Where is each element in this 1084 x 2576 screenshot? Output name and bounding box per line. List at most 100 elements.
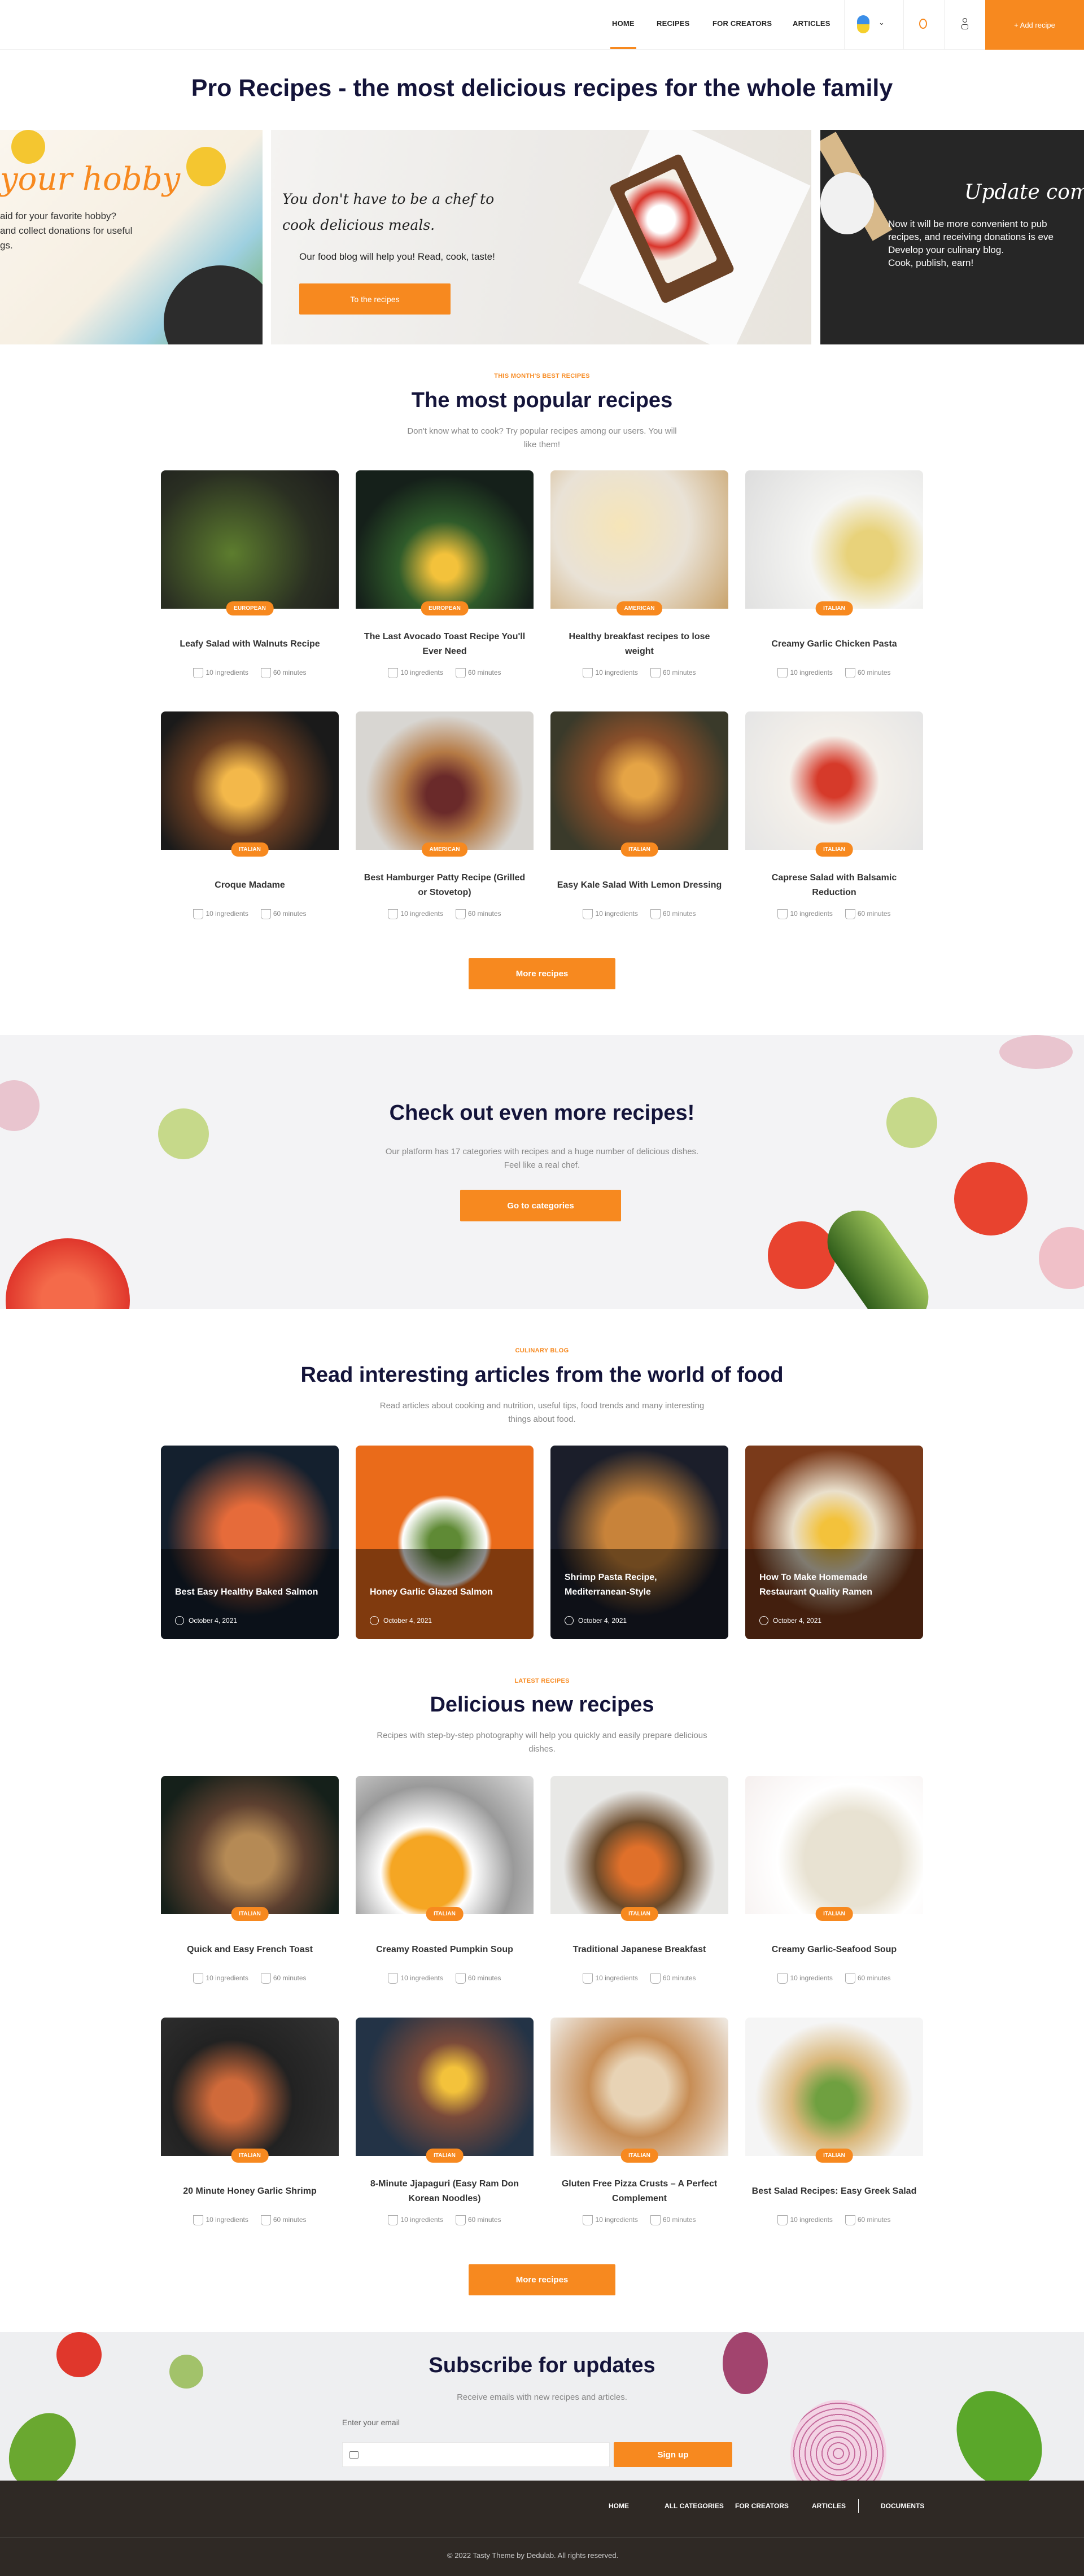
hero-slide-recipes[interactable]: You don't have to be a chef to cook deli… — [271, 130, 811, 344]
more-recipes-button[interactable]: More recipes — [469, 958, 615, 989]
recipe-image[interactable] — [550, 470, 728, 609]
to-the-recipes-button[interactable]: To the recipes — [299, 283, 451, 315]
recipe-card[interactable]: EUROPEAN Leafy Salad with Walnuts Recipe 1… — [161, 470, 339, 678]
recipe-title[interactable]: 20 Minute Honey Garlic Shrimp — [167, 2176, 333, 2207]
recipe-title[interactable]: Healthy breakfast recipes to lose weight — [556, 628, 723, 660]
cuisine-badge[interactable]: ITALIAN — [815, 1907, 853, 1921]
cuisine-badge[interactable]: AMERICAN — [421, 842, 468, 857]
go-to-categories-button[interactable]: Go to categories — [460, 1190, 621, 1221]
recipe-title[interactable]: Gluten Free Pizza Crusts – A Perfect Com… — [556, 2176, 723, 2207]
recipe-image[interactable] — [550, 1776, 728, 1914]
cuisine-badge[interactable]: ITALIAN — [815, 601, 853, 615]
article-card[interactable]: Shrimp Pasta Recipe, Mediterranean-Style… — [550, 1446, 728, 1639]
cuisine-badge[interactable]: ITALIAN — [815, 842, 853, 857]
recipe-image[interactable] — [356, 711, 534, 850]
cuisine-badge[interactable]: ITALIAN — [426, 1907, 464, 1921]
sign-up-button[interactable]: Sign up — [614, 2442, 732, 2467]
recipe-image[interactable] — [550, 711, 728, 850]
recipe-card[interactable]: AMERICAN Healthy breakfast recipes to los… — [550, 470, 728, 678]
footer-nav-home[interactable]: HOME — [609, 2502, 629, 2510]
recipe-title[interactable]: Croque Madame — [167, 870, 333, 901]
recipe-title[interactable]: Quick and Easy French Toast — [167, 1934, 333, 1966]
cuisine-badge[interactable]: ITALIAN — [231, 842, 269, 857]
cuisine-badge[interactable]: ITALIAN — [620, 2149, 658, 2163]
hero-slide-update[interactable]: Update coming Now it will be more conven… — [820, 130, 1084, 344]
recipe-card[interactable]: ITALIAN 8-Minute Jjapaguri (Easy Ram Don … — [356, 2018, 534, 2225]
recipe-title[interactable]: Easy Kale Salad With Lemon Dressing — [556, 870, 723, 901]
add-recipe-button[interactable]: + Add recipe — [985, 0, 1084, 50]
recipe-title[interactable]: Creamy Garlic Chicken Pasta — [751, 628, 917, 660]
recipe-card[interactable]: ITALIAN Best Salad Recipes: Easy Greek Sa… — [745, 2018, 923, 2225]
recipe-card[interactable]: ITALIAN Creamy Roasted Pumpkin Soup 10 ing… — [356, 1776, 534, 1984]
footer-nav-documents[interactable]: DOCUMENTS — [881, 2502, 924, 2510]
recipe-title[interactable]: Best Salad Recipes: Easy Greek Salad — [751, 2176, 917, 2207]
recipe-title[interactable]: Creamy Garlic-Seafood Soup — [751, 1934, 917, 1966]
cook-time: 60 minutes — [260, 2215, 307, 2225]
user-icon[interactable] — [961, 18, 968, 30]
recipe-title[interactable]: Leafy Salad with Walnuts Recipe — [167, 628, 333, 660]
recipe-image[interactable] — [161, 2018, 339, 2156]
email-input[interactable] — [364, 2443, 609, 2466]
footer-nav-for-creators[interactable]: FOR CREATORS — [735, 2502, 789, 2510]
cuisine-badge[interactable]: EUROPEAN — [226, 601, 274, 615]
recipe-card[interactable]: ITALIAN Caprese Salad with Balsamic Reduc… — [745, 711, 923, 919]
email-field[interactable] — [342, 2442, 610, 2467]
recipe-card[interactable]: ITALIAN Croque Madame 10 ingredients 60 min… — [161, 711, 339, 919]
nav-home[interactable]: HOME — [610, 19, 636, 49]
article-title[interactable]: Shrimp Pasta Recipe, Mediterranean-Style — [565, 1570, 717, 1600]
recipe-card[interactable]: EUROPEAN The Last Avocado Toast Recipe Yo… — [356, 470, 534, 678]
recipe-image[interactable] — [745, 1776, 923, 1914]
recipe-card[interactable]: ITALIAN Gluten Free Pizza Crusts – A Perf… — [550, 2018, 728, 2225]
section-title: Delicious new recipes — [430, 1693, 654, 1717]
recipe-title[interactable]: The Last Avocado Toast Recipe You'll Eve… — [361, 628, 528, 660]
cooking-pot-icon — [650, 1974, 661, 1984]
recipe-card[interactable]: ITALIAN Easy Kale Salad With Lemon Dressi… — [550, 711, 728, 919]
recipe-card[interactable]: ITALIAN 20 Minute Honey Garlic Shrimp 10 i… — [161, 2018, 339, 2225]
recipe-image[interactable] — [356, 470, 534, 609]
recipe-image[interactable] — [161, 470, 339, 609]
footer-nav-articles[interactable]: ARTICLES — [812, 2502, 846, 2510]
nav-recipes[interactable]: RECIPES — [657, 19, 689, 28]
search-icon[interactable] — [919, 19, 927, 29]
recipe-image[interactable] — [356, 1776, 534, 1914]
recipe-image[interactable] — [745, 2018, 923, 2156]
recipe-card[interactable]: ITALIAN Quick and Easy French Toast 10 ing… — [161, 1776, 339, 1984]
recipe-card[interactable]: AMERICAN Best Hamburger Patty Recipe (Gri… — [356, 711, 534, 919]
article-card[interactable]: Honey Garlic Glazed Salmon October 4, 202… — [356, 1446, 534, 1639]
article-title[interactable]: How To Make Homemade Restaurant Quality … — [759, 1570, 912, 1600]
cuisine-badge[interactable]: ITALIAN — [620, 1907, 658, 1921]
footer-nav-all-categories[interactable]: ALL CATEGORIES — [665, 2502, 724, 2510]
article-title[interactable]: Best Easy Healthy Baked Salmon — [175, 1585, 327, 1600]
nav-for-creators[interactable]: FOR CREATORS — [713, 19, 772, 28]
cuisine-badge[interactable]: EUROPEAN — [421, 601, 469, 615]
recipe-card[interactable]: ITALIAN Creamy Garlic-Seafood Soup 10 ingr… — [745, 1776, 923, 1984]
recipe-title[interactable]: Traditional Japanese Breakfast — [556, 1934, 723, 1966]
recipe-title[interactable]: Caprese Salad with Balsamic Reduction — [751, 870, 917, 901]
nav-articles[interactable]: ARTICLES — [793, 19, 831, 28]
cuisine-badge[interactable]: ITALIAN — [231, 2149, 269, 2163]
recipe-image[interactable] — [550, 2018, 728, 2156]
recipe-title[interactable]: Best Hamburger Patty Recipe (Grilled or … — [361, 870, 528, 901]
hero-slide-hobby[interactable]: your hobby aid for your favorite hobby? a… — [0, 130, 263, 344]
recipe-image[interactable] — [161, 1776, 339, 1914]
article-title[interactable]: Honey Garlic Glazed Salmon — [370, 1585, 522, 1600]
recipe-card[interactable]: ITALIAN Traditional Japanese Breakfast 10 … — [550, 1776, 728, 1984]
cuisine-badge[interactable]: ITALIAN — [231, 1907, 269, 1921]
recipe-title[interactable]: Creamy Roasted Pumpkin Soup — [361, 1934, 528, 1966]
recipe-image[interactable] — [745, 470, 923, 609]
more-recipes-button[interactable]: More recipes — [469, 2264, 615, 2295]
recipe-image[interactable] — [356, 2018, 534, 2156]
recipe-title[interactable]: 8-Minute Jjapaguri (Easy Ram Don Korean … — [361, 2176, 528, 2207]
cuisine-badge[interactable]: ITALIAN — [426, 2149, 464, 2163]
cuisine-badge[interactable]: ITALIAN — [815, 2149, 853, 2163]
recipe-card[interactable]: ITALIAN Creamy Garlic Chicken Pasta 10 ing… — [745, 470, 923, 678]
article-card[interactable]: How To Make Homemade Restaurant Quality … — [745, 1446, 923, 1639]
ingredients-count: 10 ingredients — [583, 2215, 638, 2225]
recipe-image[interactable] — [745, 711, 923, 850]
cuisine-badge[interactable]: AMERICAN — [616, 601, 663, 615]
chevron-down-icon[interactable]: ⌄ — [878, 18, 885, 27]
recipe-image[interactable] — [161, 711, 339, 850]
ukraine-flag-icon[interactable] — [857, 15, 869, 33]
article-card[interactable]: Best Easy Healthy Baked Salmon October 4,… — [161, 1446, 339, 1639]
cuisine-badge[interactable]: ITALIAN — [620, 842, 658, 857]
